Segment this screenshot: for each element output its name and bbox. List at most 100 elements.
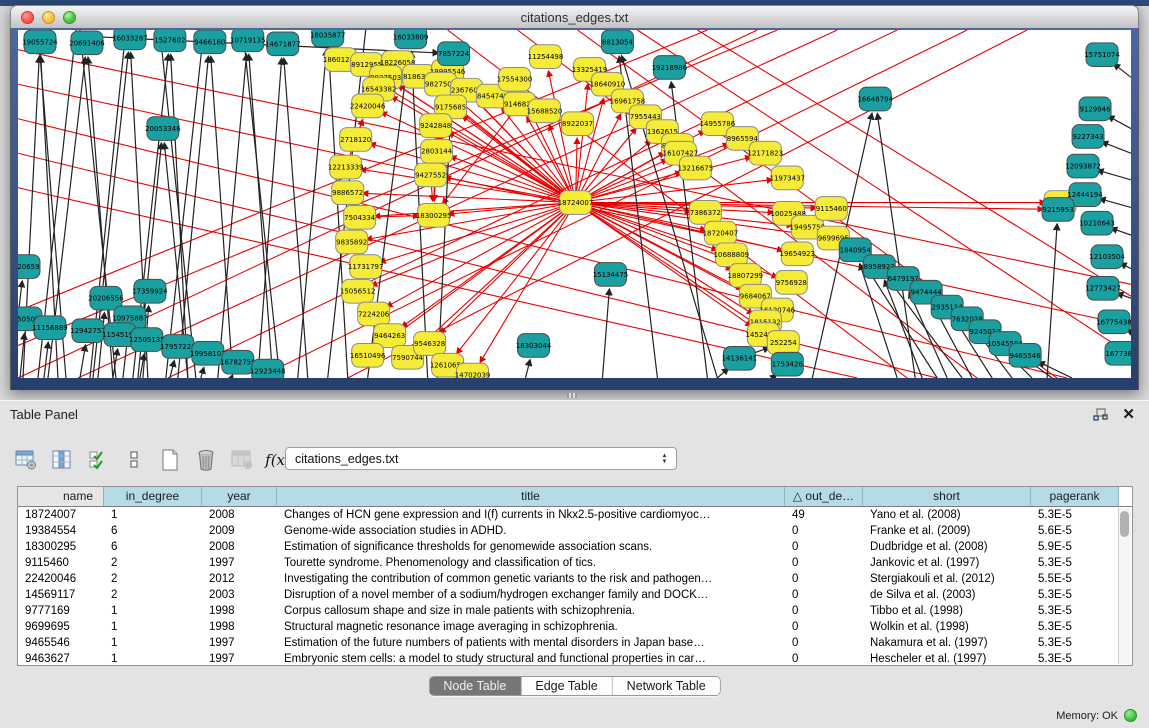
graph-node[interactable]: 11731797 bbox=[348, 255, 384, 279]
table-selector-dropdown[interactable]: citations_edges.txt ▲▼ bbox=[285, 447, 677, 470]
graph-node[interactable]: 9115460 bbox=[815, 197, 847, 221]
table-cell[interactable]: Investigating the contribution of common… bbox=[277, 571, 785, 587]
graph-node[interactable]: 14671877 bbox=[265, 32, 301, 56]
table-cell[interactable]: 1 bbox=[104, 507, 202, 523]
table-cell[interactable]: 5.3E-5 bbox=[1031, 619, 1119, 635]
table-cell[interactable]: 18300295 bbox=[18, 539, 104, 555]
column-header-name[interactable]: name bbox=[18, 487, 104, 506]
graph-node[interactable]: 9215953 bbox=[1042, 198, 1074, 222]
table-cell[interactable]: Hescheler et al. (1997) bbox=[863, 651, 1031, 666]
window-titlebar[interactable]: citations_edges.txt bbox=[10, 5, 1139, 30]
graph-node[interactable]: 8922037 bbox=[562, 112, 594, 136]
table-cell[interactable]: Dudbridge et al. (2008) bbox=[863, 539, 1031, 555]
table-cell[interactable]: 1998 bbox=[202, 603, 277, 619]
table-cell[interactable]: 9699695 bbox=[18, 619, 104, 635]
column-header-year[interactable]: year bbox=[202, 487, 277, 506]
table-cell[interactable]: 5.3E-5 bbox=[1031, 587, 1119, 603]
graph-node[interactable]: 7857224 bbox=[438, 42, 470, 66]
graph-node[interactable]: 2803144 bbox=[421, 139, 453, 163]
graph-node[interactable]: 12213339 bbox=[328, 155, 364, 179]
table-cell[interactable]: 2012 bbox=[202, 571, 277, 587]
table-row[interactable]: 977716911998Corpus callosum shape and si… bbox=[18, 603, 1132, 619]
table-cell[interactable]: Estimation of the future numbers of pati… bbox=[277, 635, 785, 651]
graph-node[interactable]: 16510496 bbox=[350, 343, 386, 367]
table-cell[interactable]: Stergiakouli et al. (2012) bbox=[863, 571, 1031, 587]
table-cell[interactable]: Estimation of significance thresholds fo… bbox=[277, 539, 785, 555]
graph-node[interactable]: 1677381 bbox=[1105, 342, 1131, 366]
graph-node[interactable]: 18724007 bbox=[558, 191, 594, 215]
table-row[interactable]: 969969511998Structural magnetic resonanc… bbox=[18, 619, 1132, 635]
graph-node[interactable]: 15134475 bbox=[593, 263, 629, 287]
graph-node[interactable]: 20053346 bbox=[145, 117, 181, 141]
tab-network-table[interactable]: Network Table bbox=[613, 677, 720, 695]
table-cell[interactable]: Disruption of a novel member of a sodium… bbox=[277, 587, 785, 603]
table-cell[interactable]: 9115460 bbox=[18, 555, 104, 571]
table-cell[interactable]: 1 bbox=[104, 603, 202, 619]
table-cell[interactable]: 0 bbox=[785, 651, 863, 666]
table-cell[interactable]: 9777169 bbox=[18, 603, 104, 619]
graph-node[interactable]: 18303044 bbox=[516, 334, 552, 358]
table-cell[interactable]: 1997 bbox=[202, 555, 277, 571]
table-row[interactable]: 946362711997Embryonic stem cells: a mode… bbox=[18, 651, 1132, 666]
panel-resize-grip[interactable] bbox=[567, 393, 577, 398]
table-cell[interactable]: 2008 bbox=[202, 507, 277, 523]
graph-node[interactable]: 11156889 bbox=[32, 316, 68, 340]
graph-node[interactable]: 10688809 bbox=[714, 243, 750, 267]
select-all-icon[interactable] bbox=[86, 448, 110, 472]
table-cell[interactable]: 19384554 bbox=[18, 523, 104, 539]
table-row[interactable]: 1830029562008Estimation of significance … bbox=[18, 539, 1132, 555]
import-table-icon[interactable] bbox=[230, 448, 254, 472]
table-cell[interactable]: 5.3E-5 bbox=[1031, 635, 1119, 651]
table-cell[interactable]: 2 bbox=[104, 571, 202, 587]
graph-node[interactable]: 9835892 bbox=[336, 230, 368, 254]
table-cell[interactable]: Wolkin et al. (1998) bbox=[863, 619, 1031, 635]
table-cell[interactable]: Corpus callosum shape and size in male p… bbox=[277, 603, 785, 619]
table-cell[interactable]: 1997 bbox=[202, 635, 277, 651]
graph-node[interactable]: 9129946 bbox=[1079, 97, 1111, 121]
table-cell[interactable]: 1 bbox=[104, 635, 202, 651]
table-cell[interactable]: 0 bbox=[785, 635, 863, 651]
graph-node[interactable]: 11973437 bbox=[770, 166, 806, 190]
table-cell[interactable]: 5.5E-5 bbox=[1031, 571, 1119, 587]
table-cell[interactable]: 9465546 bbox=[18, 635, 104, 651]
graph-node[interactable]: 15056512 bbox=[340, 279, 376, 303]
table-row[interactable]: 1938455462009Genome-wide association stu… bbox=[18, 523, 1132, 539]
table-cell[interactable]: 5.9E-5 bbox=[1031, 539, 1119, 555]
show-columns-icon[interactable] bbox=[50, 448, 74, 472]
graph-node[interactable]: 9427552 bbox=[415, 163, 447, 187]
close-panel-icon[interactable]: ✕ bbox=[1122, 405, 1135, 423]
table-cell[interactable]: 22420046 bbox=[18, 571, 104, 587]
table-cell[interactable]: Genome-wide association studies in ADHD. bbox=[277, 523, 785, 539]
table-cell[interactable]: 0 bbox=[785, 555, 863, 571]
column-header-in_degree[interactable]: in_degree bbox=[104, 487, 202, 506]
graph-node[interactable]: 17554300 bbox=[497, 67, 533, 91]
table-cell[interactable]: 5.3E-5 bbox=[1031, 507, 1119, 523]
unselect-all-icon[interactable] bbox=[122, 448, 146, 472]
table-cell[interactable]: 1 bbox=[104, 619, 202, 635]
graph-node[interactable]: 13216675 bbox=[678, 156, 714, 180]
table-row[interactable]: 1872400712008Changes of HCN gene express… bbox=[18, 507, 1132, 523]
graph-node[interactable]: 7386372 bbox=[689, 201, 721, 225]
table-settings-icon[interactable] bbox=[14, 448, 38, 472]
memory-ok-indicator[interactable] bbox=[1124, 709, 1137, 722]
table-cell[interactable]: Yano et al. (2008) bbox=[863, 507, 1031, 523]
graph-node[interactable]: 18807299 bbox=[728, 264, 764, 288]
table-cell[interactable]: 6 bbox=[104, 539, 202, 555]
table-cell[interactable]: 6 bbox=[104, 523, 202, 539]
column-header-out_de[interactable]: △ out_de… bbox=[785, 487, 863, 506]
table-cell[interactable]: 5.3E-5 bbox=[1031, 555, 1119, 571]
graph-node[interactable]: 10210643 bbox=[1079, 211, 1115, 235]
graph-node[interactable]: 12773427 bbox=[1085, 276, 1121, 300]
delete-icon[interactable] bbox=[194, 448, 218, 472]
table-cell[interactable]: 49 bbox=[785, 507, 863, 523]
graph-node[interactable]: 9227343 bbox=[1072, 125, 1104, 149]
table-cell[interactable]: 0 bbox=[785, 539, 863, 555]
graph-node[interactable]: 12103504 bbox=[1089, 245, 1125, 269]
table-cell[interactable]: 2008 bbox=[202, 539, 277, 555]
table-cell[interactable]: Nakamura et al. (1997) bbox=[863, 635, 1031, 651]
graph-node[interactable]: 12923448 bbox=[250, 359, 286, 378]
graph-node[interactable]: 9466160 bbox=[194, 30, 226, 54]
graph-node[interactable]: 9886572 bbox=[332, 181, 364, 205]
table-row[interactable]: 911546021997Tourette syndrome. Phenomeno… bbox=[18, 555, 1132, 571]
graph-node[interactable]: 18300295 bbox=[416, 204, 452, 228]
